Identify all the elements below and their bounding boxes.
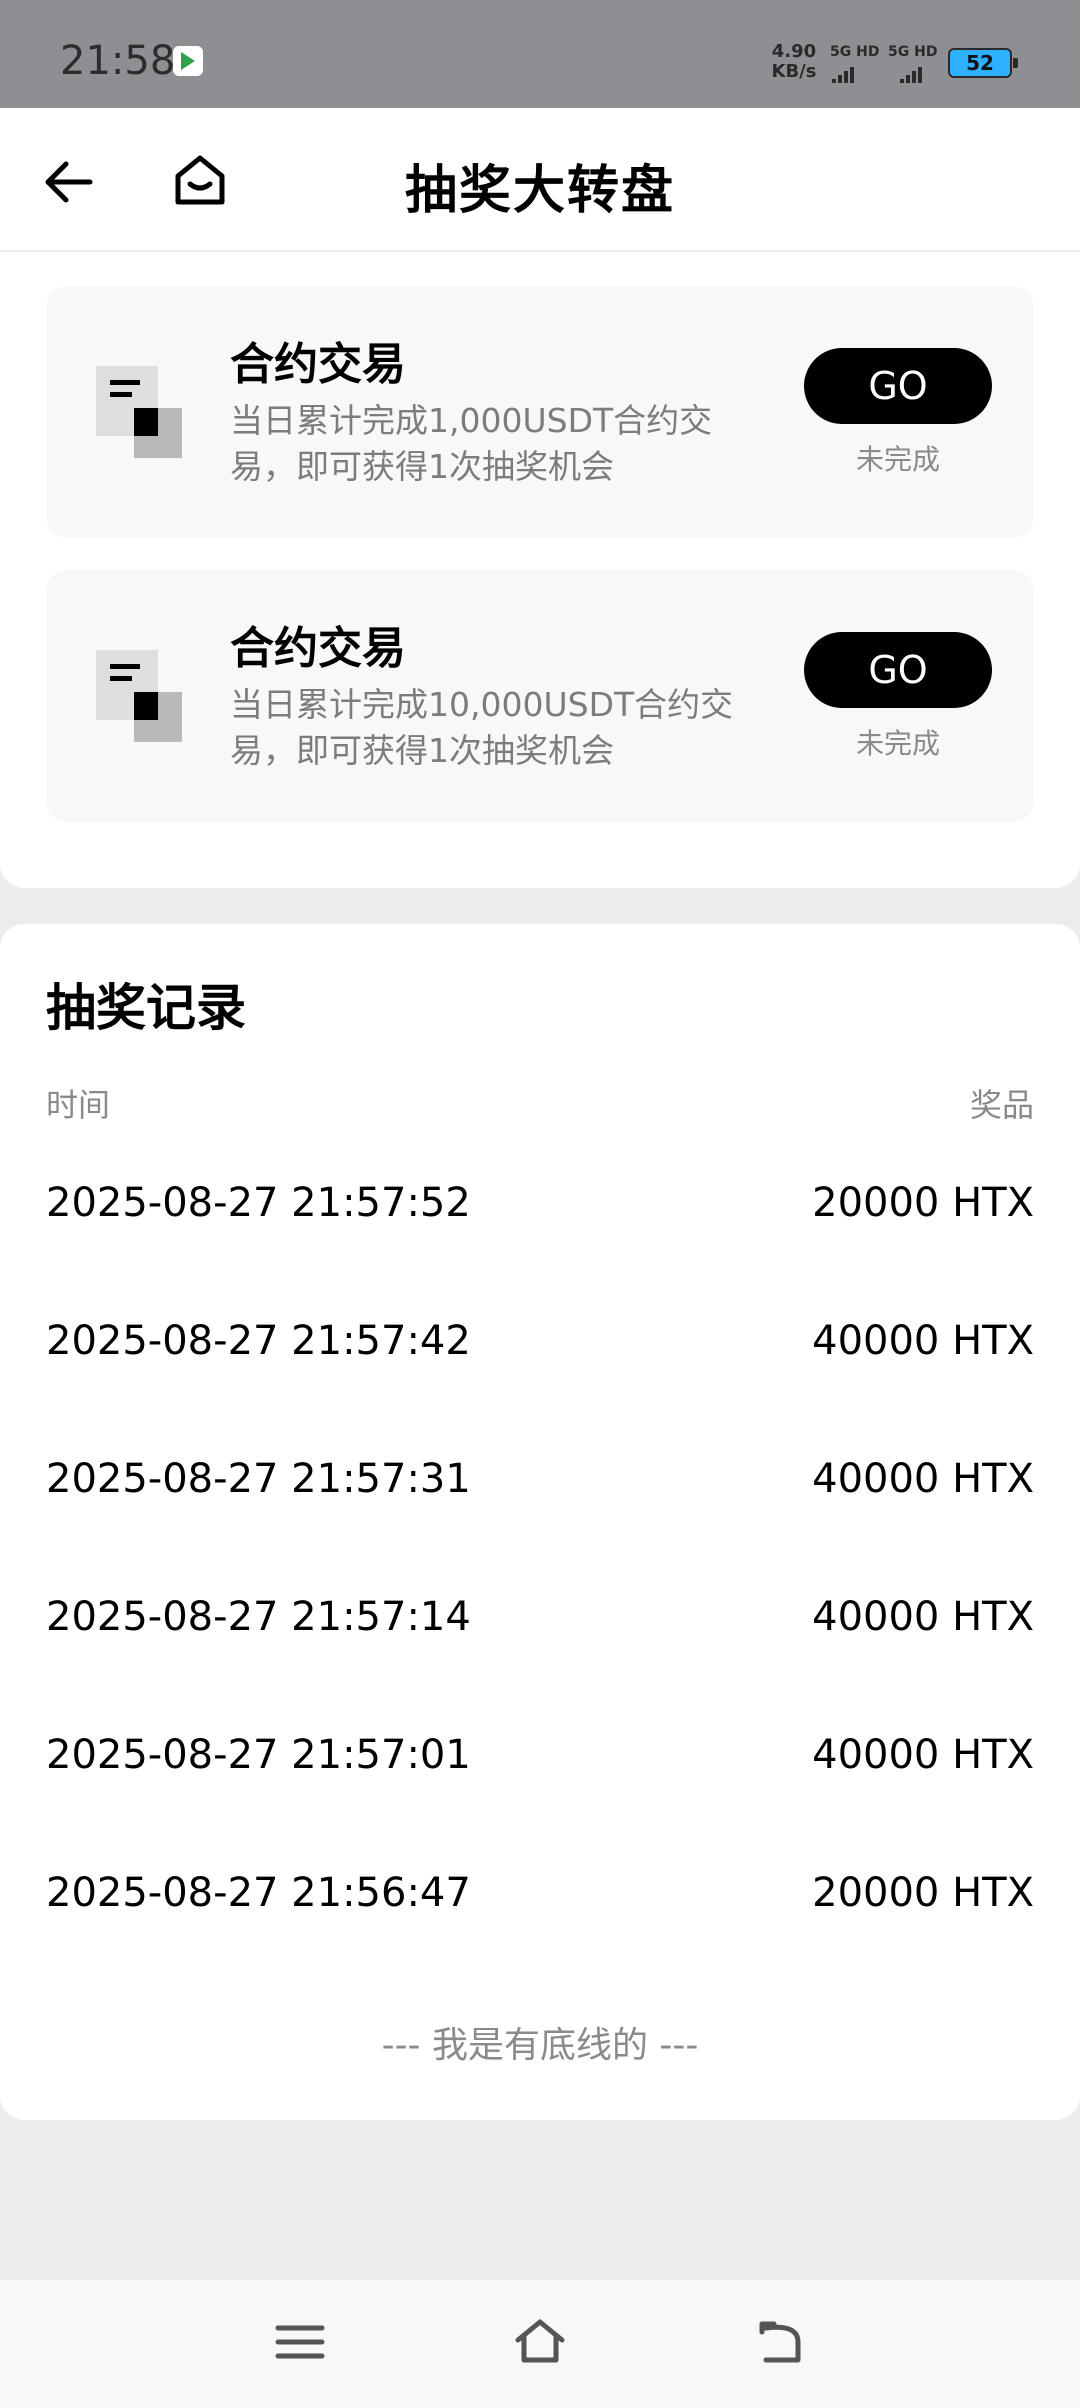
page-title: 抽奖大转盘 (404, 161, 675, 221)
records-title: 抽奖记录 (46, 979, 246, 1037)
page-header: 抽奖大转盘 (0, 108, 1080, 252)
status-time: 21:58 (60, 38, 176, 84)
signal-bars-icon (900, 64, 924, 83)
task-card: 合约交易 当日累计完成1,000USDT合约交易，即可获得1次抽奖机会 GO 未… (46, 286, 1034, 538)
record-row: 2025-08-27 21:57:42 40000 HTX (46, 1318, 1034, 1378)
end-of-list-text: --- 我是有底线的 --- (381, 2025, 699, 2066)
task-status: 未完成 (855, 727, 940, 760)
lottery-records: 抽奖记录 时间 奖品 2025-08-27 21:57:52 20000 HTX… (0, 924, 1080, 2120)
task-description: 当日累计完成10,000USDT合约交易，即可获得1次抽奖机会 (230, 685, 734, 770)
network-type-2: 5G HD (888, 44, 938, 60)
record-prize: 40000 HTX (812, 1318, 1034, 1364)
record-time: 2025-08-27 21:57:31 (46, 1456, 471, 1502)
task-card: 合约交易 当日累计完成10,000USDT合约交易，即可获得1次抽奖机会 GO … (46, 570, 1034, 822)
contract-trade-icon (96, 650, 182, 742)
status-bar: 21:58 4.90 KB/s 5G HD 5G HD 52 (0, 0, 1080, 108)
task-status: 未完成 (855, 443, 940, 476)
network-speed: 4.90 KB/s (771, 41, 817, 82)
menu-icon[interactable] (272, 2314, 328, 2370)
record-row: 2025-08-27 21:57:14 40000 HTX (46, 1594, 1034, 1654)
system-nav-bar (0, 2280, 1080, 2408)
task-title: 合约交易 (230, 623, 406, 674)
column-header-time: 时间 (46, 1086, 111, 1124)
record-time: 2025-08-27 21:57:01 (46, 1732, 471, 1778)
task-description: 当日累计完成1,000USDT合约交易，即可获得1次抽奖机会 (230, 401, 713, 486)
task-title: 合约交易 (230, 339, 406, 390)
record-prize: 40000 HTX (812, 1594, 1034, 1640)
app-notification-icon (173, 46, 203, 76)
network-type-1: 5G HD (830, 44, 880, 60)
record-prize: 20000 HTX (812, 1870, 1034, 1916)
record-row: 2025-08-27 21:57:31 40000 HTX (46, 1456, 1034, 1516)
record-time: 2025-08-27 21:57:52 (46, 1180, 471, 1226)
contract-trade-icon (96, 366, 182, 458)
record-row: 2025-08-27 21:57:52 20000 HTX (46, 1180, 1034, 1240)
battery-level: 52 (966, 51, 994, 75)
battery-icon: 52 (948, 48, 1018, 78)
signal-bars-icon (832, 64, 856, 83)
return-icon[interactable] (752, 2314, 808, 2370)
record-prize: 40000 HTX (812, 1732, 1034, 1778)
column-header-prize: 奖品 (969, 1086, 1034, 1124)
go-button[interactable]: GO (804, 632, 992, 708)
record-row: 2025-08-27 21:57:01 40000 HTX (46, 1732, 1034, 1792)
record-prize: 20000 HTX (812, 1180, 1034, 1226)
record-time: 2025-08-27 21:57:42 (46, 1318, 471, 1364)
home-outline-icon[interactable] (512, 2314, 568, 2370)
go-button[interactable]: GO (804, 348, 992, 424)
task-list: 合约交易 当日累计完成1,000USDT合约交易，即可获得1次抽奖机会 GO 未… (0, 252, 1080, 888)
record-time: 2025-08-27 21:57:14 (46, 1594, 471, 1640)
record-prize: 40000 HTX (812, 1456, 1034, 1502)
record-row: 2025-08-27 21:56:47 20000 HTX (46, 1870, 1034, 1930)
record-time: 2025-08-27 21:56:47 (46, 1870, 471, 1916)
